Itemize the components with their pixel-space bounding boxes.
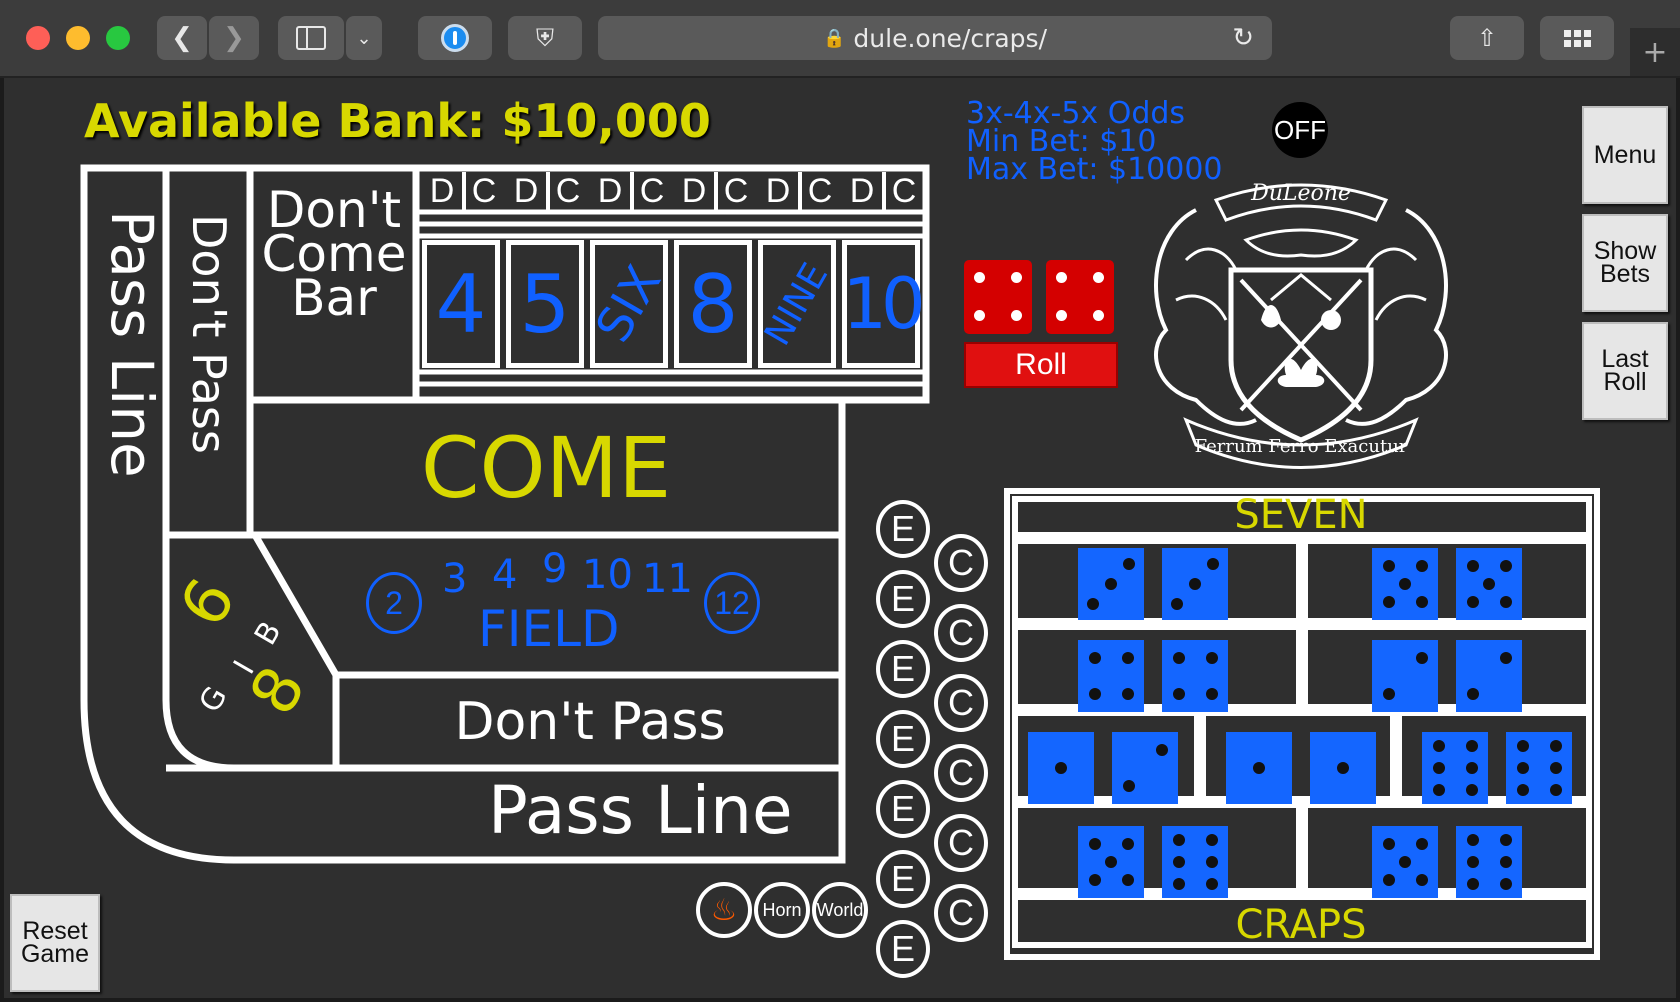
prop-die-2 <box>1162 548 1228 620</box>
place-number-box-1[interactable]: 4 <box>422 240 500 368</box>
prop-die-8 <box>1456 640 1522 712</box>
come-odds-4[interactable]: C <box>714 172 754 210</box>
place-number-box-2[interactable]: 5 <box>506 240 584 368</box>
field-label: FIELD <box>478 600 620 658</box>
place-number-box-6[interactable]: 10 <box>842 240 926 368</box>
e-bet-3[interactable]: E <box>876 640 930 698</box>
dont-come-odds-2[interactable]: D <box>508 172 544 210</box>
dont-come-odds-4[interactable]: D <box>676 172 712 210</box>
come-odds-5[interactable]: C <box>798 172 838 210</box>
dont-come-odds-5[interactable]: D <box>760 172 796 210</box>
e-bet-6[interactable]: E <box>876 850 930 908</box>
dont-come-odds-3[interactable]: D <box>592 172 628 210</box>
craps-bet[interactable]: CRAPS <box>1016 902 1586 948</box>
prop-die-5 <box>1078 640 1144 712</box>
prop-die-14 <box>1506 732 1572 804</box>
c-bet-6[interactable]: C <box>934 884 988 942</box>
place-number-label: NINE <box>757 255 837 353</box>
place-number-box-4[interactable]: 8 <box>674 240 752 368</box>
e-bet-5[interactable]: E <box>876 780 930 838</box>
c-bet-5[interactable]: C <box>934 814 988 872</box>
e-bet-1[interactable]: E <box>876 500 930 558</box>
field-three: 3 <box>442 556 468 602</box>
e-bet-4[interactable]: E <box>876 710 930 768</box>
e-bet-2[interactable]: E <box>876 570 930 628</box>
pass-line-vertical[interactable]: Pass Line <box>98 210 166 478</box>
field-eleven: 11 <box>642 556 693 602</box>
prop-die-13 <box>1422 732 1488 804</box>
horn-bet[interactable]: Horn <box>754 882 810 938</box>
come-odds-2[interactable]: C <box>546 172 586 210</box>
prop-die-9 <box>1028 732 1094 804</box>
place-number-label: 5 <box>519 257 571 351</box>
field-nine: 9 <box>542 546 568 592</box>
dont-pass-vertical[interactable]: Don't Pass <box>182 214 236 454</box>
place-number-label: SIX <box>585 256 673 352</box>
dont-pass-bar[interactable]: Don't Pass <box>340 680 840 764</box>
fire-icon: ♨ <box>710 893 738 927</box>
place-number-label: 10 <box>842 263 925 345</box>
come-area[interactable]: COME <box>254 404 838 532</box>
come-odds-1[interactable]: C <box>462 172 502 210</box>
place-number-box-3[interactable]: SIX <box>585 240 673 368</box>
prop-die-7 <box>1372 640 1438 712</box>
prop-die-17 <box>1372 826 1438 898</box>
prop-die-18 <box>1456 826 1522 898</box>
field-ten: 10 <box>582 552 633 598</box>
prop-die-6 <box>1162 640 1228 712</box>
fire-bet[interactable]: ♨ <box>696 882 752 938</box>
dont-come-bar[interactable]: Don't Come Bar <box>256 185 412 323</box>
dont-come-odds-6[interactable]: D <box>844 172 880 210</box>
prop-die-11 <box>1226 732 1292 804</box>
c-bet-2[interactable]: C <box>934 604 988 662</box>
dont-come-odds-1[interactable]: D <box>424 172 460 210</box>
field-area[interactable]: 2 3 4 9 10 11 12 FIELD <box>256 538 840 672</box>
pass-line-bottom[interactable]: Pass Line <box>488 772 793 849</box>
prop-die-16 <box>1162 826 1228 898</box>
come-odds-6[interactable]: C <box>882 172 922 210</box>
field-two: 2 <box>366 572 422 634</box>
place-number-label: 8 <box>687 257 739 351</box>
c-bet-3[interactable]: C <box>934 674 988 732</box>
field-four: 4 <box>492 552 518 598</box>
field-twelve: 12 <box>704 572 760 634</box>
world-bet[interactable]: World <box>812 882 868 938</box>
place-number-box-5[interactable]: NINE <box>757 240 837 368</box>
prop-die-1 <box>1078 548 1144 620</box>
prop-die-3 <box>1372 548 1438 620</box>
seven-bet[interactable]: SEVEN <box>1016 492 1586 538</box>
e-bet-7[interactable]: E <box>876 920 930 978</box>
c-bet-1[interactable]: C <box>934 534 988 592</box>
c-bet-4[interactable]: C <box>934 744 988 802</box>
come-odds-3[interactable]: C <box>630 172 670 210</box>
prop-die-12 <box>1310 732 1376 804</box>
place-number-label: 4 <box>435 257 487 351</box>
prop-die-15 <box>1078 826 1144 898</box>
prop-die-10 <box>1112 732 1178 804</box>
prop-die-4 <box>1456 548 1522 620</box>
